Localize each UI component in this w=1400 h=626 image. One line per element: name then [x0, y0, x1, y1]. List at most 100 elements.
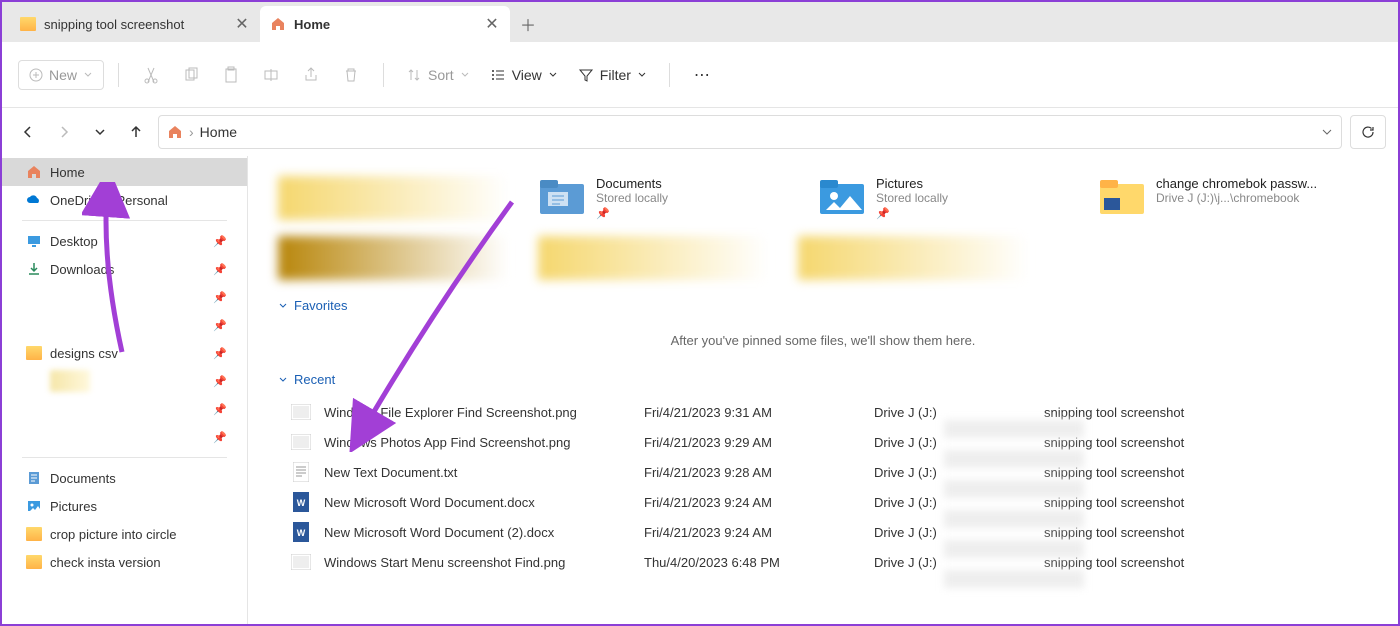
file-icon — [278, 434, 324, 450]
breadcrumb-separator: › — [189, 124, 194, 140]
section-recent[interactable]: Recent — [278, 372, 1368, 387]
sidebar-item-blurred[interactable]: 📌 — [2, 423, 247, 451]
sidebar-item-label: OneDrive - Personal — [50, 193, 168, 208]
recent-locations-button[interactable] — [86, 118, 114, 146]
tile-chromebook[interactable]: change chromebok passw... Drive J (J:)\j… — [1098, 176, 1348, 220]
sort-icon — [406, 67, 422, 83]
rename-icon[interactable] — [253, 57, 289, 93]
navigation-bar: › Home — [2, 108, 1398, 156]
sidebar-item-desktop[interactable]: Desktop 📌 — [2, 227, 247, 255]
tab-home[interactable]: Home ✕ — [260, 6, 510, 42]
quick-access-row: Documents Stored locally 📌 Pictures Stor… — [278, 176, 1368, 220]
desktop-icon — [26, 233, 42, 249]
filter-label: Filter — [600, 67, 631, 83]
svg-text:W: W — [297, 498, 306, 508]
file-icon — [278, 404, 324, 420]
back-button[interactable] — [14, 118, 42, 146]
tile-title: change chromebok passw... — [1156, 176, 1317, 191]
file-name: New Microsoft Word Document (2).docx — [324, 525, 644, 540]
folder-icon — [26, 527, 42, 541]
sidebar-item-designs[interactable]: designs csv 📌 — [2, 339, 247, 367]
section-favorites[interactable]: Favorites — [278, 298, 1368, 313]
file-name: Windows Photos App Find Screenshot.png — [324, 435, 644, 450]
pin-icon: 📌 — [213, 347, 227, 360]
new-tab-button[interactable]: ＋ — [510, 6, 546, 42]
quick-access-row — [278, 236, 1368, 280]
filter-button[interactable]: Filter — [570, 61, 655, 89]
pin-icon: 📌 — [213, 319, 227, 332]
recent-row[interactable]: Windows Photos App Find Screenshot.pngFr… — [278, 427, 1368, 457]
svg-text:W: W — [297, 528, 306, 538]
file-date: Fri/4/21/2023 9:29 AM — [644, 435, 874, 450]
share-icon[interactable] — [293, 57, 329, 93]
sidebar-item-blurred[interactable]: 📌 — [2, 311, 247, 339]
sidebar-item-blurred[interactable]: 📌 — [2, 367, 247, 395]
sidebar: Home OneDrive - Personal Desktop 📌 Downl… — [2, 156, 248, 624]
recent-row[interactable]: WNew Microsoft Word Document.docxFri/4/2… — [278, 487, 1368, 517]
sidebar-item-documents[interactable]: Documents — [2, 464, 247, 492]
paste-icon[interactable] — [213, 57, 249, 93]
sidebar-item-downloads[interactable]: Downloads 📌 — [2, 255, 247, 283]
separator — [22, 457, 227, 458]
breadcrumb-location: Home — [200, 124, 237, 140]
tab-snipping[interactable]: snipping tool screenshot ✕ — [10, 6, 260, 42]
folder-icon — [26, 555, 42, 569]
tile-pictures[interactable]: Pictures Stored locally 📌 — [818, 176, 1068, 220]
close-icon[interactable]: ✕ — [234, 16, 250, 32]
recent-list: Windows File Explorer Find Screenshot.pn… — [278, 397, 1368, 577]
toolbar: New Sort View Filter ⋯ — [2, 42, 1398, 108]
sidebar-item-insta[interactable]: check insta version — [2, 548, 247, 576]
more-icon[interactable]: ⋯ — [684, 57, 720, 93]
tile-blurred[interactable] — [278, 176, 508, 220]
file-icon: W — [278, 522, 324, 542]
tile-subtitle: Drive J (J:)\j...\chromebook — [1156, 191, 1317, 205]
up-button[interactable] — [122, 118, 150, 146]
pin-icon: 📌 — [213, 431, 227, 444]
chevron-down-icon — [548, 70, 558, 80]
tile-blurred[interactable] — [278, 236, 508, 280]
recent-row[interactable]: WNew Microsoft Word Document (2).docxFri… — [278, 517, 1368, 547]
file-tag: snipping tool screenshot — [1024, 405, 1224, 420]
recent-row[interactable]: Windows File Explorer Find Screenshot.pn… — [278, 397, 1368, 427]
recent-row[interactable]: Windows Start Menu screenshot Find.pngTh… — [278, 547, 1368, 577]
file-location: Drive J (J:) — [874, 465, 1024, 480]
sort-button[interactable]: Sort — [398, 61, 478, 89]
view-button[interactable]: View — [482, 61, 566, 89]
sidebar-item-label: Documents — [50, 471, 116, 486]
copy-icon[interactable] — [173, 57, 209, 93]
tile-blurred[interactable] — [538, 236, 768, 280]
chevron-down-icon[interactable] — [1321, 126, 1333, 138]
tile-subtitle: Stored locally — [596, 191, 668, 205]
sidebar-item-crop[interactable]: crop picture into circle — [2, 520, 247, 548]
pin-icon: 📌 — [213, 263, 227, 276]
recent-row[interactable]: New Text Document.txtFri/4/21/2023 9:28 … — [278, 457, 1368, 487]
close-icon[interactable]: ✕ — [484, 16, 500, 32]
documents-icon — [26, 470, 42, 486]
tile-documents[interactable]: Documents Stored locally 📌 — [538, 176, 788, 220]
sidebar-item-label: designs csv — [50, 346, 118, 361]
tab-title: Home — [294, 17, 476, 32]
file-date: Fri/4/21/2023 9:28 AM — [644, 465, 874, 480]
refresh-button[interactable] — [1350, 115, 1386, 149]
forward-button[interactable] — [50, 118, 78, 146]
tile-blurred[interactable] — [798, 236, 1028, 280]
file-date: Fri/4/21/2023 9:24 AM — [644, 495, 874, 510]
file-icon: W — [278, 492, 324, 512]
new-button[interactable]: New — [18, 60, 104, 90]
sidebar-item-blurred[interactable]: 📌 — [2, 283, 247, 311]
file-name: New Text Document.txt — [324, 465, 644, 480]
sidebar-item-pictures[interactable]: Pictures — [2, 492, 247, 520]
file-location: Drive J (J:) — [874, 525, 1024, 540]
sidebar-item-label: check insta version — [50, 555, 161, 570]
home-icon — [167, 124, 183, 140]
file-icon — [278, 462, 324, 482]
sidebar-item-onedrive[interactable]: OneDrive - Personal — [2, 186, 247, 214]
sidebar-item-label: Pictures — [50, 499, 97, 514]
sidebar-item-blurred[interactable]: 📌 — [2, 395, 247, 423]
cut-icon[interactable] — [133, 57, 169, 93]
folder-icon — [1098, 176, 1146, 216]
sidebar-item-home[interactable]: Home — [2, 158, 247, 186]
folder-icon — [20, 16, 36, 32]
address-bar[interactable]: › Home — [158, 115, 1342, 149]
delete-icon[interactable] — [333, 57, 369, 93]
